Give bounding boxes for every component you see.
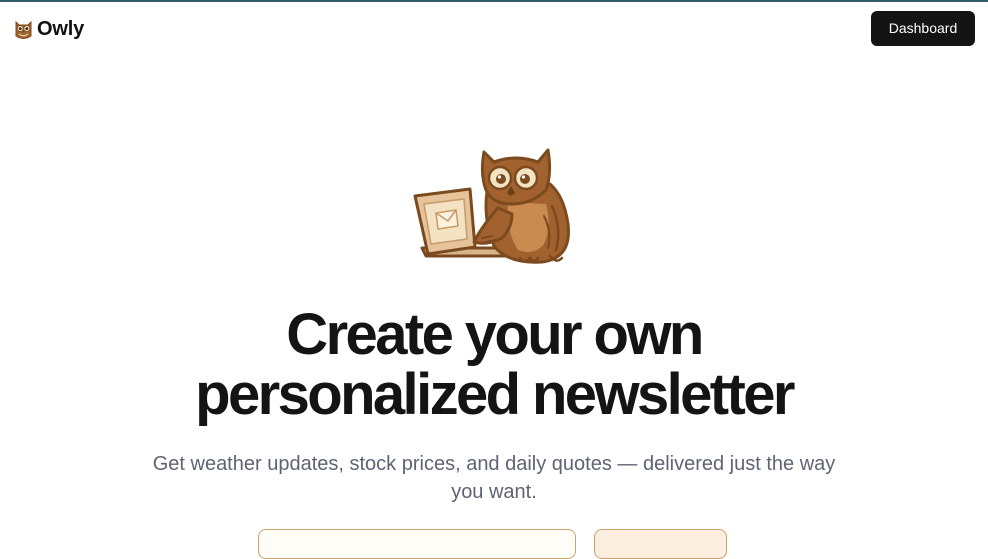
signup-button[interactable] <box>594 529 727 559</box>
brand-name: Owly <box>37 18 84 40</box>
signup-input[interactable] <box>258 529 576 559</box>
hero-headline-line-1: Create your own <box>286 302 704 367</box>
hero-headline-line-2: personalized newsletter <box>195 362 795 427</box>
hero-subtitle: Get weather updates, stock prices, and d… <box>152 453 836 503</box>
navbar: Owly Dashboard <box>0 2 988 56</box>
owl-laptop-illustration <box>413 148 570 264</box>
brand-logo-link[interactable]: Owly <box>14 17 84 41</box>
hero-headline: Create your own personalized newsletter <box>0 305 988 425</box>
dashboard-button[interactable]: Dashboard <box>871 11 975 46</box>
owl-icon <box>15 20 32 39</box>
